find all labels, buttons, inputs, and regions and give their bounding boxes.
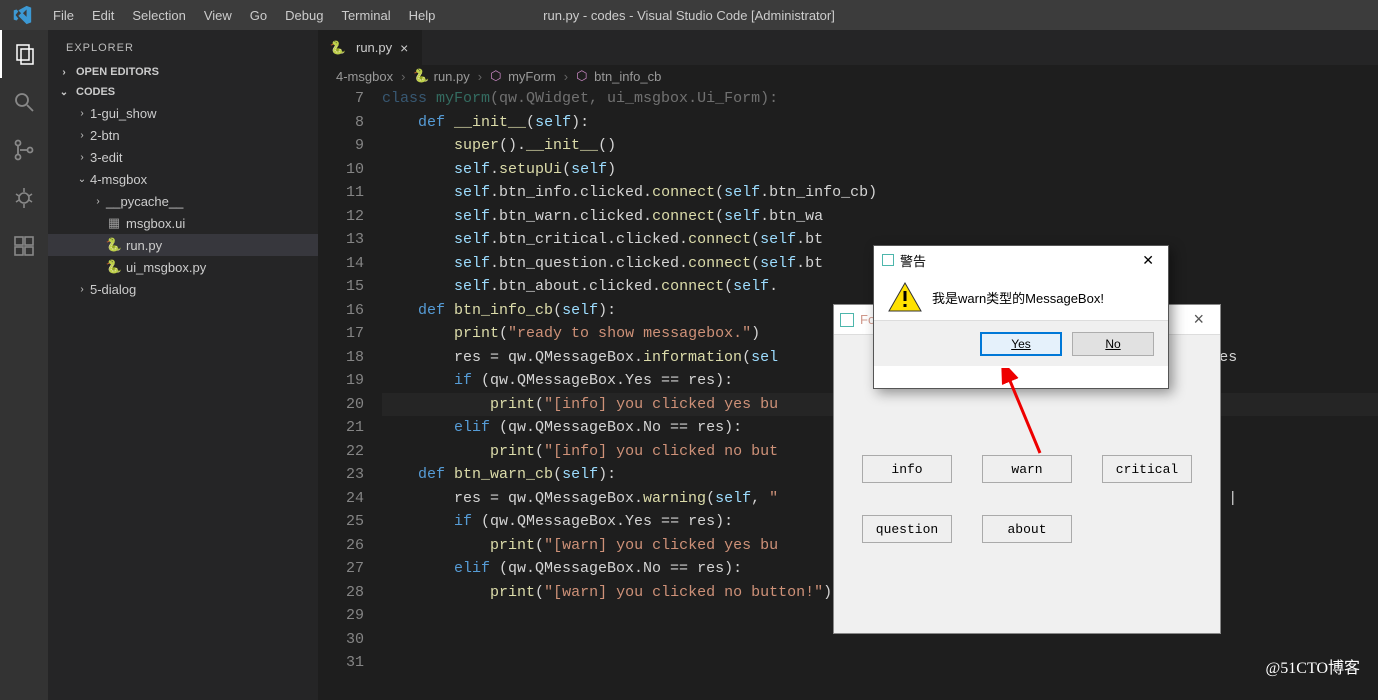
menu-selection[interactable]: Selection xyxy=(123,8,194,23)
msgbox-text: 我是warn类型的MessageBox! xyxy=(932,288,1104,307)
search-icon[interactable] xyxy=(0,78,48,126)
sidebar: EXPLORER ›OPEN EDITORS ⌄CODES ›1-gui_sho… xyxy=(48,30,318,700)
breadcrumbs[interactable]: 4-msgbox› 🐍run.py› ⬡myForm› ⬡btn_info_cb xyxy=(318,65,1378,87)
tree-item[interactable]: ›1-gui_show xyxy=(48,102,318,124)
python-file-icon: 🐍 xyxy=(106,259,122,275)
yes-button[interactable]: Yes xyxy=(980,332,1062,356)
menu-go[interactable]: Go xyxy=(241,8,276,23)
menu-debug[interactable]: Debug xyxy=(276,8,332,23)
tree-item[interactable]: ⌄4-msgbox xyxy=(48,168,318,190)
title-bar: File Edit Selection View Go Debug Termin… xyxy=(0,0,1378,30)
explorer-icon[interactable] xyxy=(0,30,48,78)
menu-file[interactable]: File xyxy=(44,8,83,23)
class-icon: ⬡ xyxy=(490,68,504,84)
menu-edit[interactable]: Edit xyxy=(83,8,123,23)
menu-bar: File Edit Selection View Go Debug Termin… xyxy=(44,8,444,23)
watermark: @51CTO博客 xyxy=(1266,654,1360,678)
vscode-logo-icon xyxy=(0,4,44,26)
close-icon[interactable]: × xyxy=(398,40,410,56)
msgbox-title: 警告 xyxy=(900,251,926,270)
tree-item[interactable]: ›2-btn xyxy=(48,124,318,146)
debug-icon[interactable] xyxy=(0,174,48,222)
close-icon[interactable]: ✕ xyxy=(1136,252,1160,269)
tab-label: run.py xyxy=(356,40,392,55)
tree-item[interactable]: ▦msgbox.ui xyxy=(48,212,318,234)
app-icon xyxy=(882,254,894,266)
tree-item[interactable]: 🐍ui_msgbox.py xyxy=(48,256,318,278)
method-icon: ⬡ xyxy=(576,68,590,84)
message-box: 警告 ✕ 我是warn类型的MessageBox! Yes No xyxy=(873,245,1169,389)
about-button[interactable]: about xyxy=(982,515,1072,543)
warning-icon xyxy=(888,282,922,312)
codes-root-section[interactable]: ⌄CODES xyxy=(48,82,318,102)
tree-item[interactable]: ›__pycache__ xyxy=(48,190,318,212)
info-button[interactable]: info xyxy=(862,455,952,483)
close-icon[interactable]: × xyxy=(1183,309,1214,330)
tab-run-py[interactable]: 🐍 run.py × xyxy=(318,30,423,65)
activity-bar xyxy=(0,30,48,700)
menu-terminal[interactable]: Terminal xyxy=(332,8,399,23)
source-control-icon[interactable] xyxy=(0,126,48,174)
question-button[interactable]: question xyxy=(862,515,952,543)
menu-help[interactable]: Help xyxy=(400,8,445,23)
sidebar-title: EXPLORER xyxy=(48,34,318,62)
critical-button[interactable]: critical xyxy=(1102,455,1192,483)
python-file-icon: 🐍 xyxy=(330,40,346,56)
python-file-icon: 🐍 xyxy=(106,237,122,253)
editor-tabs: 🐍 run.py × xyxy=(318,30,1378,65)
warn-button[interactable]: warn xyxy=(982,455,1072,483)
menu-view[interactable]: View xyxy=(195,8,241,23)
no-button[interactable]: No xyxy=(1072,332,1154,356)
python-file-icon: 🐍 xyxy=(413,68,429,84)
app-icon xyxy=(840,313,854,327)
file-tree: ›1-gui_show›2-btn›3-edit⌄4-msgbox›__pyca… xyxy=(48,102,318,300)
msgbox-titlebar[interactable]: 警告 ✕ xyxy=(874,246,1168,274)
window-title: run.py - codes - Visual Studio Code [Adm… xyxy=(543,8,835,23)
extensions-icon[interactable] xyxy=(0,222,48,270)
open-editors-section[interactable]: ›OPEN EDITORS xyxy=(48,62,318,82)
ui-file-icon: ▦ xyxy=(106,215,122,231)
tree-item[interactable]: ›3-edit xyxy=(48,146,318,168)
tree-item[interactable]: ›5-dialog xyxy=(48,278,318,300)
tree-item[interactable]: 🐍run.py xyxy=(48,234,318,256)
